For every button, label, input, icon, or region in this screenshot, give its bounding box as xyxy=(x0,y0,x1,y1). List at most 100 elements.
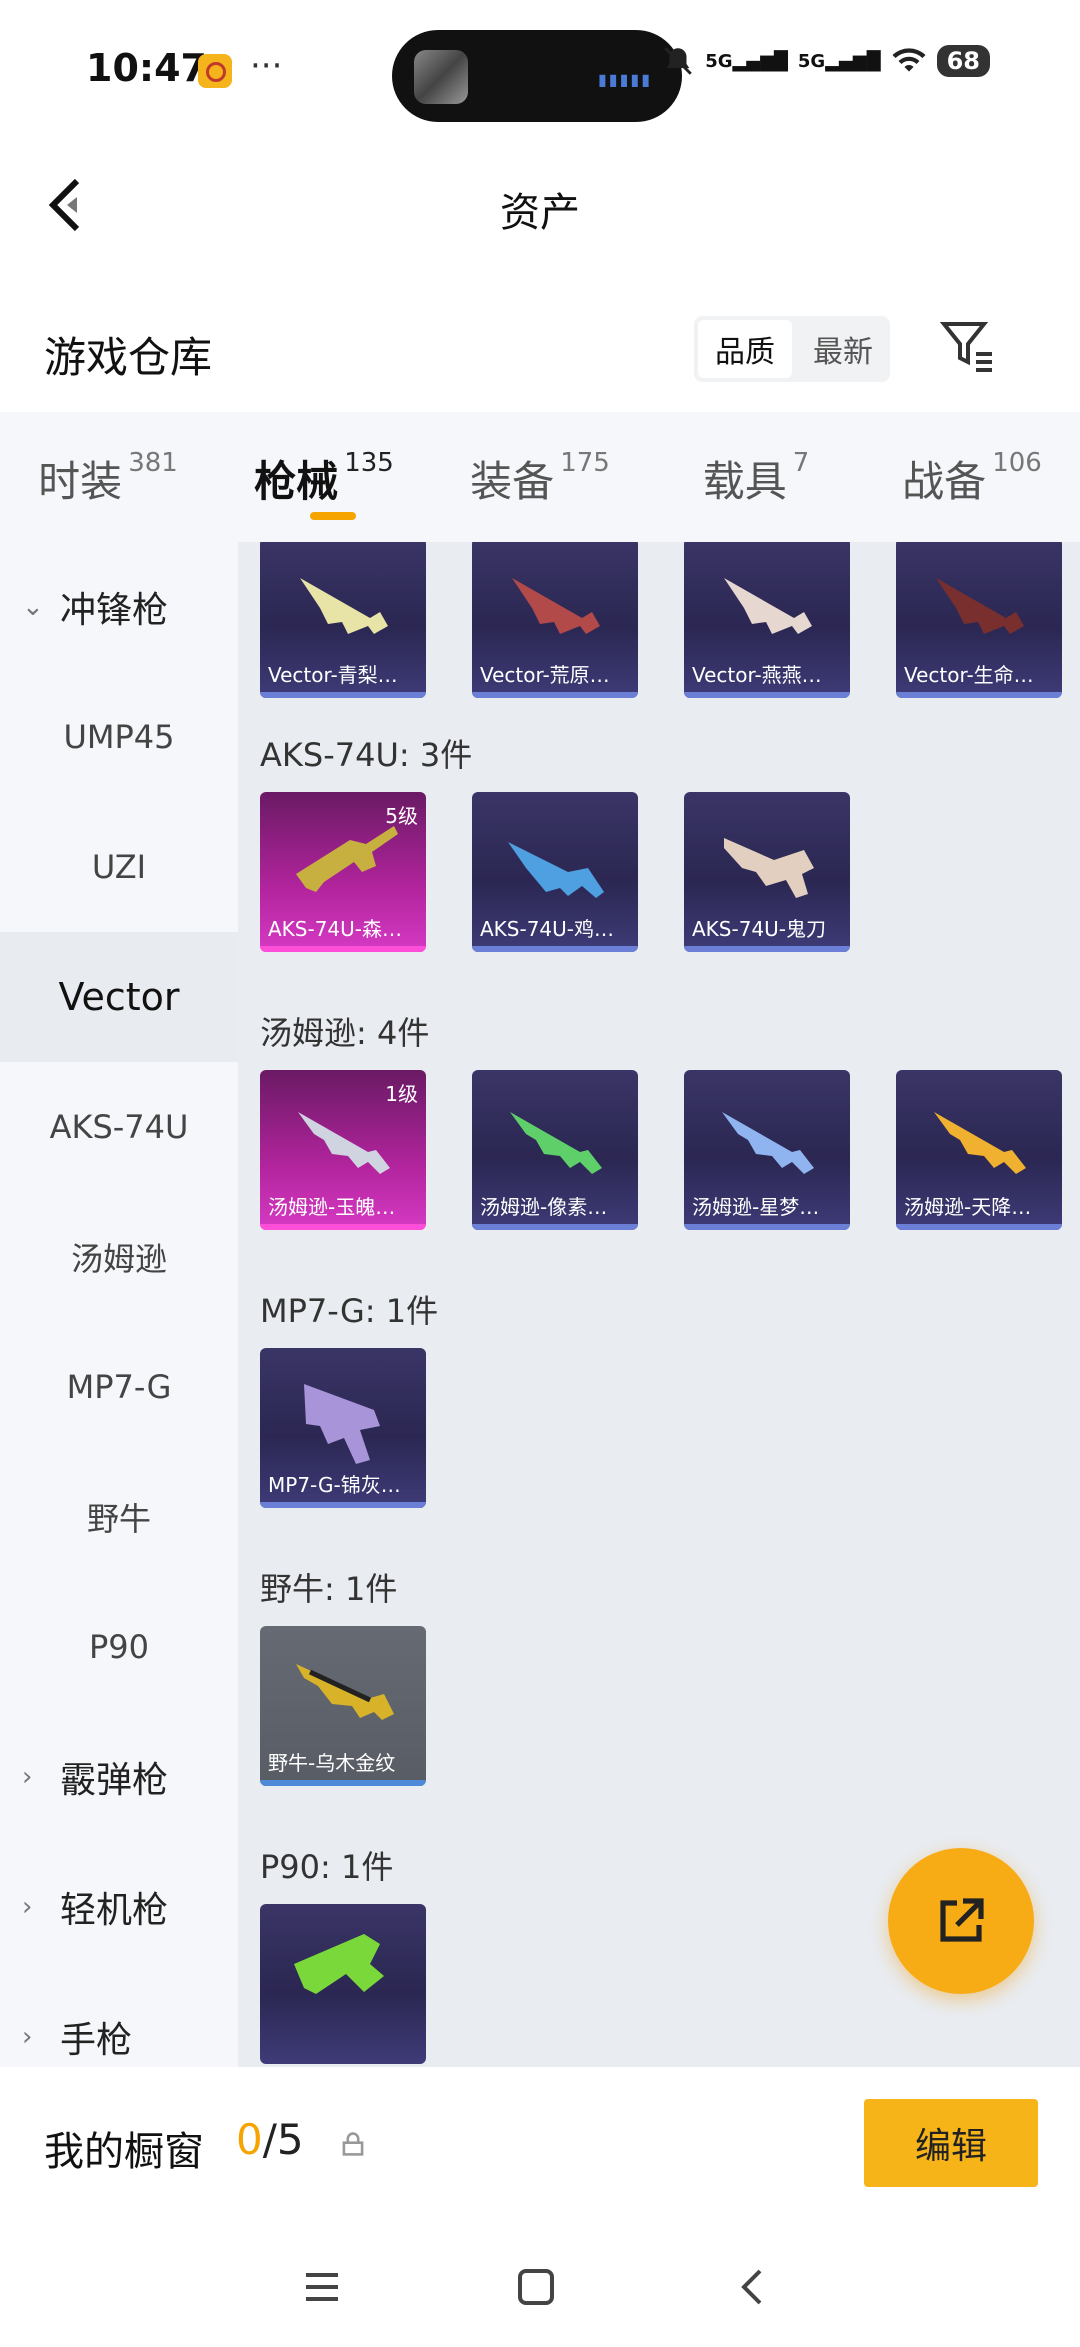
skin-card[interactable]: Vector-燕燕… xyxy=(684,542,850,698)
showcase-total: /5 xyxy=(262,2115,304,2164)
system-back-button[interactable] xyxy=(724,2259,780,2315)
sidebar-group-shotgun[interactable]: › 霰弹枪 xyxy=(0,1712,238,1842)
tab-firearms[interactable]: 枪械 135 xyxy=(216,412,432,542)
section-title-mp7g: MP7-G: 1件 xyxy=(260,1292,439,1330)
weapon-image xyxy=(296,826,398,892)
filter-icon xyxy=(939,322,992,372)
lock-icon xyxy=(342,2132,364,2156)
skin-card[interactable]: AKS-74U-鬼刀 xyxy=(684,792,850,952)
p90-row xyxy=(260,1904,426,2064)
tab-fashion[interactable]: 时装 381 xyxy=(0,412,216,542)
showcase-count: 0/5 xyxy=(236,2115,304,2164)
home-square-icon xyxy=(518,2269,554,2305)
filter-button[interactable] xyxy=(938,316,998,376)
sidebar-group-pistol[interactable]: › 手枪 xyxy=(0,1972,238,2067)
skin-name: 汤姆逊-天降… xyxy=(904,1195,1032,1219)
skin-name: MP7-G-锦灰… xyxy=(268,1473,401,1497)
weapon-image xyxy=(296,1664,394,1720)
skin-card[interactable]: 汤姆逊-像素… xyxy=(472,1070,638,1230)
skin-card[interactable]: 汤姆逊-星梦… xyxy=(684,1070,850,1230)
tab-label: 载具 xyxy=(702,457,787,506)
status-bar: 10:47 ··· ▮▮▮▮▮ 5G▂▄▆█ 5G▂▄▆█ 68 xyxy=(0,0,1080,140)
sidebar-group-label: 手枪 xyxy=(60,2020,133,2061)
skin-card[interactable]: 汤姆逊-天降… xyxy=(896,1070,1062,1230)
system-navigation-bar xyxy=(0,2227,1080,2347)
skin-card[interactable]: Vector-青梨… xyxy=(260,542,426,698)
tab-count: 7 xyxy=(792,448,810,478)
rarity-bar xyxy=(472,946,638,952)
sort-toggle: 品质 最新 xyxy=(694,316,890,382)
share-fab-button[interactable] xyxy=(888,1848,1034,1994)
rarity-bar xyxy=(260,946,426,952)
sidebar-item-vector[interactable]: Vector xyxy=(0,932,238,1062)
skin-card[interactable]: 5级 AKS-74U-森… xyxy=(260,792,426,952)
edit-button[interactable]: 编辑 xyxy=(864,2099,1038,2187)
mute-bell-icon xyxy=(664,47,692,75)
sidebar-item-p90[interactable]: P90 xyxy=(0,1582,238,1712)
thompson-row: 1级 汤姆逊-玉魄… 汤姆逊-像素… 汤姆逊-星梦… 汤姆逊-天降… xyxy=(260,1070,1062,1230)
skin-card[interactable]: 1级 汤姆逊-玉魄… xyxy=(260,1070,426,1230)
sidebar-group-lmg[interactable]: › 轻机枪 xyxy=(0,1842,238,1972)
section-title-thompson: 汤姆逊: 4件 xyxy=(260,1014,430,1052)
rarity-bar xyxy=(472,692,638,698)
weapon-image xyxy=(934,1112,1026,1174)
sidebar-item-aks74u[interactable]: AKS-74U xyxy=(0,1062,238,1192)
category-tabs: 时装 381 枪械 135 装备 175 载具 7 战备 106 xyxy=(0,412,1080,542)
skin-card[interactable]: AKS-74U-鸡… xyxy=(472,792,638,952)
sidebar-group-label: 冲锋枪 xyxy=(60,590,169,631)
sidebar-item-uzi[interactable]: UZI xyxy=(0,802,238,932)
sidebar-item-ump45[interactable]: UMP45 xyxy=(0,672,238,802)
skin-name: 汤姆逊-玉魄… xyxy=(268,1195,396,1219)
weapon-image xyxy=(724,838,814,898)
showcase-bar: 我的橱窗 0/5 编辑 xyxy=(0,2067,1080,2227)
skin-card[interactable]: MP7-G-锦灰… xyxy=(260,1348,426,1508)
page-title: 资产 xyxy=(500,190,580,236)
rarity-bar xyxy=(260,1780,426,1786)
sidebar-item-mp7g[interactable]: MP7-G xyxy=(0,1322,238,1452)
share-export-icon xyxy=(940,1898,984,1942)
sidebar-group-smg[interactable]: ⌄ 冲锋枪 xyxy=(0,542,238,672)
sidebar-item-bison[interactable]: 野牛 xyxy=(0,1452,238,1582)
vector-row: Vector-青梨… Vector-荒原… Vector-燕燕… Vector-… xyxy=(260,542,1062,698)
skin-card[interactable]: Vector-荒原… xyxy=(472,542,638,698)
skin-name: AKS-74U-森… xyxy=(268,917,403,941)
rarity-bar xyxy=(684,946,850,952)
skin-card[interactable]: Vector-生命… xyxy=(896,542,1062,698)
tab-count: 106 xyxy=(992,448,1042,478)
skin-name: Vector-青梨… xyxy=(268,663,398,687)
skin-name: Vector-燕燕… xyxy=(692,663,822,687)
rarity-bar xyxy=(896,692,1062,698)
sidebar-item-thompson[interactable]: 汤姆逊 xyxy=(0,1192,238,1322)
sort-quality-option[interactable]: 品质 xyxy=(698,320,792,378)
home-button[interactable] xyxy=(508,2259,564,2315)
tab-count: 135 xyxy=(344,448,394,478)
tab-supplies[interactable]: 战备 106 xyxy=(864,412,1080,542)
weapon-image xyxy=(722,1112,814,1174)
recent-apps-button[interactable] xyxy=(294,2259,350,2315)
rarity-bar xyxy=(896,1224,1062,1230)
weapon-image xyxy=(512,578,600,634)
signal-5g-icon-2: 5G▂▄▆█ xyxy=(797,50,881,72)
skin-name: 汤姆逊-星梦… xyxy=(692,1195,820,1219)
sort-latest-option[interactable]: 最新 xyxy=(796,316,890,382)
dynamic-island[interactable]: ▮▮▮▮▮ xyxy=(392,30,682,122)
tab-vehicles[interactable]: 载具 7 xyxy=(648,412,864,542)
weapon-image xyxy=(298,1112,390,1174)
skin-card[interactable]: 野牛-乌木金纹 xyxy=(260,1626,426,1786)
chevron-down-icon: ⌄ xyxy=(22,592,44,622)
weapon-image xyxy=(936,578,1024,634)
rarity-bar xyxy=(260,1224,426,1230)
weapon-sidebar: ⌄ 冲锋枪 UMP45 UZI Vector AKS-74U 汤姆逊 MP7-G… xyxy=(0,542,238,2067)
audio-wave-icon: ▮▮▮▮▮ xyxy=(597,70,652,89)
back-chevron-icon xyxy=(741,2269,762,2305)
sidebar-group-label: 轻机枪 xyxy=(60,1890,169,1931)
skin-name: Vector-荒原… xyxy=(480,663,610,687)
section-title-aks74u: AKS-74U: 3件 xyxy=(260,736,473,774)
top-navigation: 资产 xyxy=(0,140,1080,270)
skin-card[interactable] xyxy=(260,1904,426,2064)
rarity-bar xyxy=(684,692,850,698)
tab-label: 枪械 xyxy=(254,457,339,506)
more-notifications-icon: ··· xyxy=(250,46,283,86)
tab-equipment[interactable]: 装备 175 xyxy=(432,412,648,542)
weapon-image xyxy=(304,1384,380,1464)
